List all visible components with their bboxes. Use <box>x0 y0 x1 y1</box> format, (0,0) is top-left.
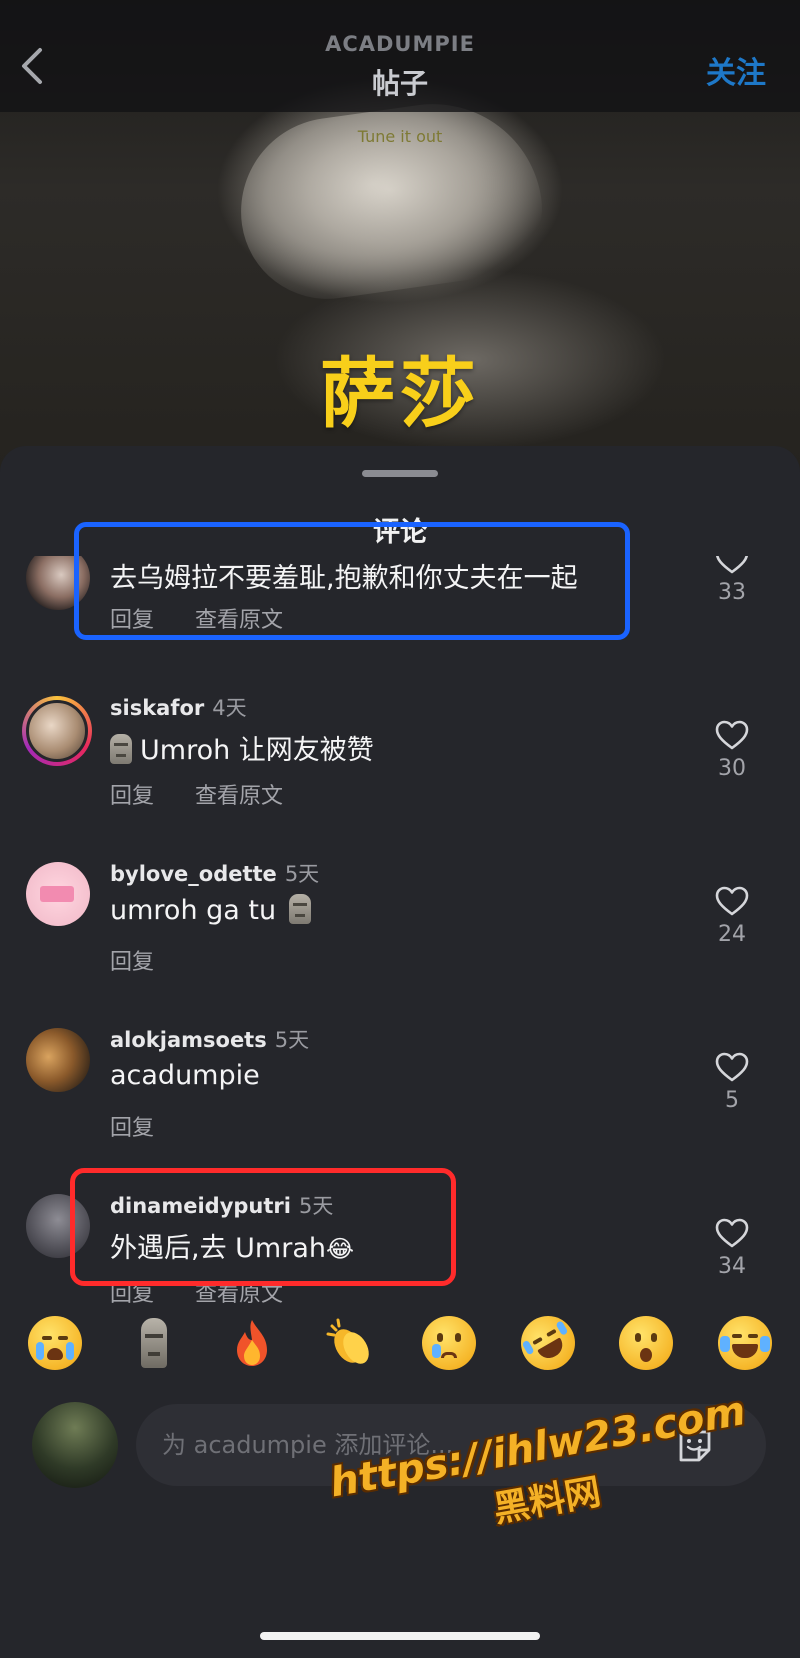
heart-icon <box>715 1052 749 1082</box>
heart-icon <box>715 720 749 750</box>
moai-emoji-icon <box>110 734 132 764</box>
comment-actions: 回复 查看原文 <box>110 778 317 810</box>
comment-actions: 回复 <box>110 1110 188 1142</box>
like-button[interactable]: 30 <box>702 720 762 781</box>
highlight-box-blue <box>74 522 630 640</box>
clapping-hands-shape <box>326 1318 369 1364</box>
avatar[interactable] <box>26 862 90 926</box>
like-count: 24 <box>718 922 746 947</box>
nav-title-group: ACADUMPIE 帖子 <box>0 32 800 102</box>
comment-text: Umroh 让网友被赞 <box>110 728 374 767</box>
comment-time: 4天 <box>212 696 247 720</box>
comment-username[interactable]: alokjamsoets 5天 <box>110 1024 309 1054</box>
follow-button[interactable]: 关注 <box>706 48 766 92</box>
like-button[interactable]: 33 <box>702 556 762 605</box>
reply-button[interactable]: 回复 <box>110 950 154 975</box>
comment-text: acadumpie <box>110 1060 260 1091</box>
video-caption: 萨莎 <box>320 349 480 438</box>
surprised-face-icon[interactable] <box>619 1316 674 1370</box>
comment-text: umroh ga tu <box>110 894 319 926</box>
comment-username[interactable]: bylove_odette 5天 <box>110 858 319 888</box>
rolling-on-floor-laughing-icon[interactable] <box>510 1306 585 1380</box>
comment-item: alokjamsoets 5天 acadumpie 回复 5 <box>0 1014 800 1164</box>
crying-face-icon[interactable] <box>422 1316 477 1370</box>
like-count: 5 <box>725 1088 739 1113</box>
moai-emoji-icon <box>288 894 311 924</box>
face-with-tears-of-joy-icon[interactable] <box>717 1316 772 1370</box>
fire-shape <box>237 1320 268 1366</box>
home-indicator[interactable] <box>260 1632 540 1640</box>
nav-username: ACADUMPIE <box>325 32 475 56</box>
comment-time: 5天 <box>274 1028 310 1052</box>
like-count: 33 <box>718 580 746 605</box>
like-count: 34 <box>718 1254 746 1279</box>
music-tag: Tune it out <box>357 127 443 146</box>
emoji-quick-bar <box>0 1306 800 1380</box>
avatar[interactable] <box>22 696 92 766</box>
like-button[interactable]: 24 <box>702 886 762 947</box>
reply-button[interactable]: 回复 <box>110 1116 154 1141</box>
clapping-hands-icon[interactable] <box>324 1316 378 1370</box>
heart-icon <box>715 1218 749 1248</box>
comment-username[interactable]: siskafor 4天 <box>110 692 247 722</box>
highlight-box-red <box>70 1168 456 1286</box>
like-button[interactable]: 34 <box>702 1218 762 1279</box>
heart-icon <box>715 886 749 916</box>
fire-icon[interactable] <box>225 1316 279 1370</box>
moai-icon[interactable] <box>127 1316 181 1370</box>
comment-actions: 回复 <box>110 944 188 976</box>
page-title: 帖子 <box>371 67 428 100</box>
video-frame-image <box>228 89 552 311</box>
comment-item: siskafor 4天 Umroh 让网友被赞 回复 查看原文 30 <box>0 682 800 832</box>
top-nav-bar: ACADUMPIE 帖子 关注 <box>0 0 800 112</box>
avatar[interactable] <box>26 1028 90 1092</box>
loudly-crying-face-icon[interactable] <box>28 1316 82 1370</box>
heart-icon <box>715 556 749 574</box>
see-original-button[interactable]: 查看原文 <box>195 784 283 809</box>
like-count: 30 <box>718 756 746 781</box>
comment-item: bylove_odette 5天 umroh ga tu 回复 24 <box>0 848 800 998</box>
reply-button[interactable]: 回复 <box>110 784 154 809</box>
current-user-avatar[interactable] <box>32 1402 118 1488</box>
comment-time: 5天 <box>284 862 320 886</box>
drag-handle[interactable] <box>362 470 438 477</box>
like-button[interactable]: 5 <box>702 1052 762 1113</box>
